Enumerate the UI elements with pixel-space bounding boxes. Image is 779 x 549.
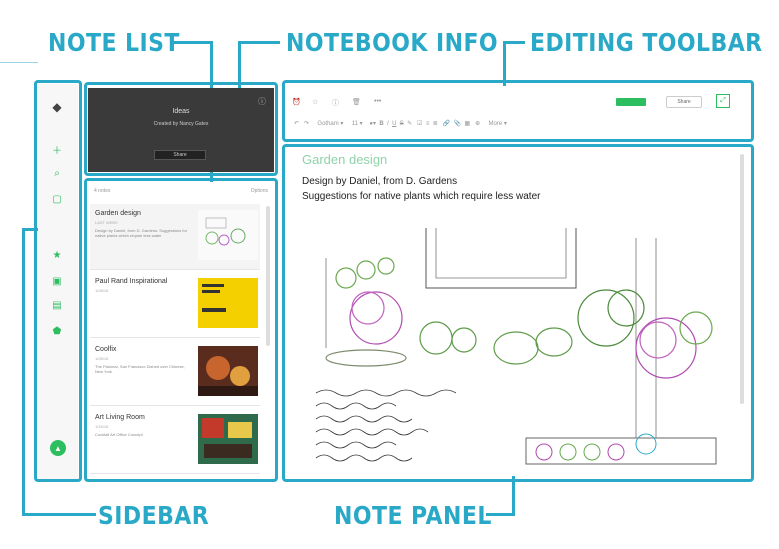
sidebar-leader-h [22, 513, 96, 516]
editing-toolbar-highlight [282, 80, 754, 142]
note-panel-leader-h [486, 513, 515, 516]
editing-toolbar-callout: EDITING TOOLBAR [530, 28, 763, 57]
top-left-rule [0, 62, 38, 63]
sidebar-callout: SIDEBAR [98, 501, 210, 530]
notebook-info-highlight [84, 82, 278, 176]
note-list-highlight [84, 178, 278, 482]
sidebar-highlight [34, 80, 82, 482]
note-panel-callout: NOTE PANEL [334, 501, 492, 530]
note-list-callout: NOTE LIST [48, 28, 180, 57]
note-list-leader [170, 41, 212, 44]
editing-toolbar-leader [503, 41, 525, 44]
note-panel-highlight [282, 144, 754, 482]
sidebar-leader-v [22, 228, 25, 516]
notebook-info-leader [240, 41, 280, 44]
notebook-info-callout: NOTEBOOK INFO [286, 28, 499, 57]
